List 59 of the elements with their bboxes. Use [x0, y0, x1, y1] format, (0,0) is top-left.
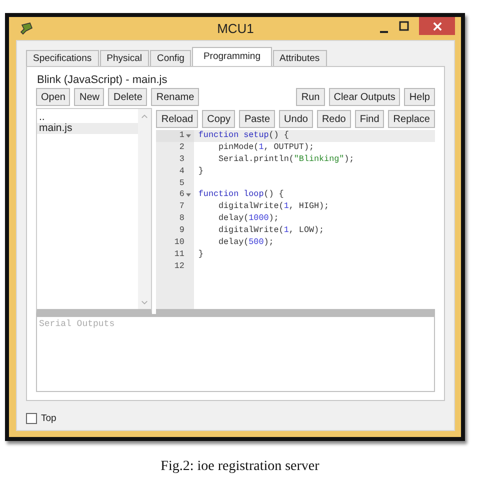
code-line: pinMode(1, OUTPUT);: [217, 142, 314, 154]
figure-caption: Fig.2: ioe registration server: [160, 459, 320, 475]
scrollbar[interactable]: [138, 109, 152, 309]
editor-button[interactable]: Undo: [279, 110, 313, 128]
scroll-down-icon[interactable]: [141, 300, 148, 305]
checkbox-label: Top: [41, 413, 56, 424]
file-item[interactable]: main.js: [37, 123, 138, 134]
code-line: function loop() {: [198, 189, 284, 202]
toolbar-button[interactable]: Rename: [151, 88, 200, 106]
line-number: 2: [179, 142, 186, 154]
line-number: 10: [174, 237, 186, 249]
tab[interactable]: Physical: [100, 50, 149, 66]
toolbar-button[interactable]: Help: [404, 88, 435, 106]
line-number: 4: [179, 166, 186, 178]
line-number: 11: [174, 248, 186, 261]
tab[interactable]: Programming: [192, 47, 272, 66]
close-icon: [432, 22, 442, 30]
tab[interactable]: Attributes: [272, 50, 327, 66]
window-title: MCU1: [216, 21, 255, 36]
toolbar-button[interactable]: New: [74, 88, 104, 106]
toolbar-button[interactable]: Open: [36, 88, 70, 106]
tab[interactable]: Specifications: [26, 50, 99, 66]
maximize-icon[interactable]: [399, 21, 409, 31]
editor-button[interactable]: Find: [354, 110, 384, 128]
line-number: 9: [179, 225, 186, 238]
code-editor[interactable]: 1 function setup() { 2 pinMode(1, OUTPUT); 3 Serial.println("Blinking"); 4 } 5 6 function loop() { 7 digitalWrite(1, HIGH); 8 delay(1000); 9 digitalWrite(1, LOW); 10 delay(500); 11 } 12: [156, 130, 435, 314]
close-button[interactable]: [419, 17, 455, 35]
code-line: Serial.println("Blinking");: [217, 154, 354, 166]
line-number: 1: [179, 130, 186, 142]
editor-button[interactable]: Replace: [388, 110, 435, 128]
line-number: 7: [179, 201, 186, 214]
line-number: 3: [179, 154, 186, 166]
code-line: delay(500);: [217, 237, 274, 249]
line-number: 12: [174, 260, 186, 273]
app-icon: [20, 22, 34, 36]
code-line: digitalWrite(1, LOW);: [217, 225, 324, 238]
toolbar-button[interactable]: Delete: [108, 88, 148, 106]
editor-button[interactable]: Copy: [202, 110, 236, 128]
code-line: digitalWrite(1, HIGH);: [217, 201, 330, 214]
toolbar-button[interactable]: Clear Outputs: [328, 88, 400, 106]
line-number: 5: [179, 178, 186, 190]
fold-icon[interactable]: [186, 193, 192, 198]
toolbar-button[interactable]: Run: [296, 88, 325, 106]
file-item[interactable]: ..: [37, 112, 138, 123]
code-line: }: [198, 166, 204, 178]
editor-button[interactable]: Reload: [156, 110, 198, 128]
line-number: 8: [179, 213, 186, 226]
code-line: }: [198, 248, 204, 261]
code-line: delay(1000);: [217, 213, 279, 226]
serial-output-field[interactable]: Serial Outputs: [36, 314, 435, 392]
editor-button[interactable]: Redo: [316, 110, 351, 128]
project-title: Blink (JavaScript) - main.js: [37, 74, 168, 86]
fold-icon[interactable]: [186, 134, 192, 138]
scroll-up-icon[interactable]: [141, 114, 148, 119]
tab[interactable]: Config: [150, 50, 192, 66]
code-line: function setup() {: [198, 130, 289, 142]
editor-button[interactable]: Paste: [239, 110, 276, 128]
line-number: 6: [179, 189, 186, 202]
checkbox[interactable]: [26, 413, 37, 424]
